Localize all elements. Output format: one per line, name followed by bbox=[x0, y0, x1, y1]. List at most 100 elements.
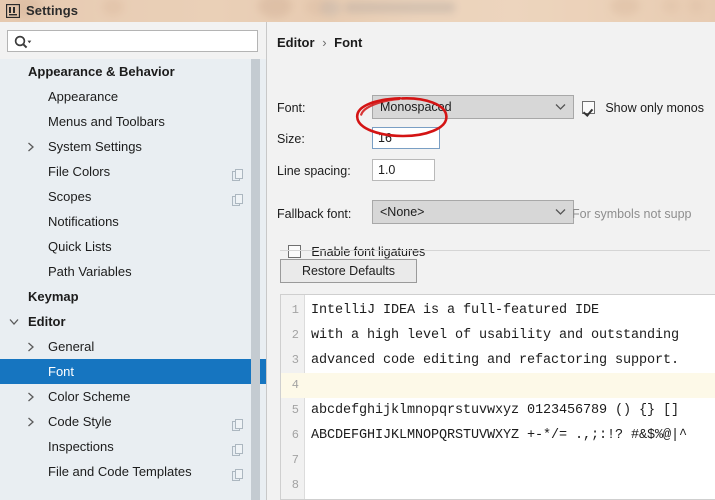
line-number: 6 bbox=[291, 428, 299, 442]
settings-dialog-body: Appearance & Behavior Appearance Menus and… bbox=[0, 22, 715, 500]
sidebar-item-label: System Settings bbox=[48, 139, 142, 154]
line-number: 4 bbox=[291, 378, 299, 392]
sidebar-item-label: Code Style bbox=[48, 414, 112, 429]
sidebar-item-file-colors[interactable]: File Colors bbox=[0, 159, 266, 184]
show-only-monospaced-checkbox[interactable]: Show only monos bbox=[582, 101, 704, 115]
font-preview-editor[interactable]: 1 IntelliJ IDEA is a full-featured IDE 2 wi… bbox=[280, 294, 715, 500]
sidebar-item-label: Keymap bbox=[28, 289, 79, 304]
preview-code-line[interactable]: 1 IntelliJ IDEA is a full-featured IDE bbox=[281, 298, 715, 323]
copy-settings-icon[interactable] bbox=[232, 190, 244, 206]
chevron-down-icon bbox=[555, 209, 566, 215]
sidebar-item-label: Font bbox=[48, 364, 75, 379]
chevron-right-icon[interactable] bbox=[22, 409, 40, 434]
settings-left-pane: Appearance & Behavior Appearance Menus and… bbox=[0, 22, 266, 500]
sidebar-item-label: Editor bbox=[28, 314, 66, 329]
sidebar-item-label: Inspections bbox=[48, 439, 114, 454]
line-spacing-field[interactable] bbox=[372, 159, 435, 181]
show-only-monospaced-label: Show only monos bbox=[605, 101, 705, 115]
preview-code-line[interactable]: 8 bbox=[281, 473, 715, 498]
sidebar-item-scopes[interactable]: Scopes bbox=[0, 184, 266, 209]
line-number: 2 bbox=[291, 328, 299, 342]
size-label: Size: bbox=[277, 132, 305, 146]
preview-code-line[interactable]: 5 abcdefghijklmnopqrstuvwxyz 0123456789 (… bbox=[281, 398, 715, 423]
preview-code-line[interactable]: 2 with a high level of usability and outs… bbox=[281, 323, 715, 348]
fallback-font-hint: For symbols not supp bbox=[572, 207, 692, 221]
line-text: with a high level of usability and outst… bbox=[311, 328, 680, 343]
chevron-right-icon[interactable] bbox=[22, 384, 40, 409]
window-title: Settings bbox=[26, 3, 79, 18]
sidebar-item-font[interactable]: Font bbox=[0, 359, 266, 384]
line-number: 3 bbox=[291, 353, 299, 367]
tree-rows-container: Appearance & Behavior Appearance Menus and… bbox=[0, 59, 266, 484]
preview-code-line[interactable]: 3 advanced code editing and refactoring s… bbox=[281, 348, 715, 373]
sidebar-item-path-variables[interactable]: Path Variables bbox=[0, 259, 266, 284]
window-titlebar[interactable]: Settings bbox=[0, 0, 715, 22]
sidebar-item-inspections[interactable]: Inspections bbox=[0, 434, 266, 459]
sidebar-item-label: Color Scheme bbox=[48, 389, 131, 404]
sidebar-item-system-settings[interactable]: System Settings bbox=[0, 134, 266, 159]
font-family-dropdown[interactable]: Monospaced bbox=[372, 95, 574, 119]
line-text: abcdefghijklmnopqrstuvwxyz 0123456789 ()… bbox=[311, 403, 680, 418]
search-input[interactable] bbox=[36, 31, 258, 53]
sidebar-item-label: Appearance bbox=[48, 89, 119, 104]
breadcrumb: Editor › Font bbox=[277, 35, 362, 50]
fallback-font-dropdown[interactable]: <None> bbox=[372, 200, 574, 224]
copy-settings-icon[interactable] bbox=[232, 440, 244, 456]
sidebar-item-color-scheme[interactable]: Color Scheme bbox=[0, 384, 266, 409]
copy-settings-icon[interactable] bbox=[232, 465, 244, 481]
font-family-value: Monospaced bbox=[380, 100, 452, 114]
sidebar-item-menus-and-toolbars[interactable]: Menus and Toolbars bbox=[0, 109, 266, 134]
settings-category-tree[interactable]: Appearance & Behavior Appearance Menus and… bbox=[0, 59, 266, 500]
sidebar-item-appearance[interactable]: Appearance bbox=[0, 84, 266, 109]
copy-settings-icon[interactable] bbox=[232, 165, 244, 181]
search-icon[interactable] bbox=[13, 34, 33, 50]
chevron-right-icon[interactable] bbox=[22, 134, 40, 159]
line-number: 5 bbox=[291, 403, 299, 417]
chevron-right-icon[interactable] bbox=[22, 334, 40, 359]
breadcrumb-leaf: Font bbox=[334, 35, 363, 50]
restore-defaults-button[interactable]: Restore Defaults bbox=[280, 259, 417, 283]
section-divider bbox=[280, 250, 710, 251]
line-number: 7 bbox=[291, 453, 299, 467]
preview-code-line[interactable]: 4 bbox=[281, 373, 715, 398]
intellij-idea-icon bbox=[6, 4, 20, 18]
checkbox-box[interactable] bbox=[288, 245, 301, 258]
sidebar-item-file-and-code-templates[interactable]: File and Code Templates bbox=[0, 459, 266, 484]
sidebar-item-label: Notifications bbox=[48, 214, 119, 229]
titlebar-overlay bbox=[0, 0, 715, 22]
sidebar-item-keymap[interactable]: Keymap bbox=[0, 284, 266, 309]
checkbox-box[interactable] bbox=[582, 101, 595, 114]
font-size-input[interactable] bbox=[373, 128, 439, 148]
sidebar-item-code-style[interactable]: Code Style bbox=[0, 409, 266, 434]
enable-ligatures-checkbox[interactable]: Enable font ligatures bbox=[288, 245, 425, 259]
line-text: IntelliJ IDEA is a full-featured IDE bbox=[311, 303, 600, 318]
chevron-down-icon[interactable] bbox=[5, 309, 23, 334]
sidebar-item-label: Quick Lists bbox=[48, 239, 112, 254]
sidebar-item-label: File and Code Templates bbox=[48, 464, 192, 479]
breadcrumb-separator: › bbox=[322, 35, 327, 50]
fallback-font-value: <None> bbox=[380, 205, 425, 219]
sidebar-item-label: General bbox=[48, 339, 95, 354]
font-size-field[interactable] bbox=[372, 127, 440, 149]
sidebar-item-notifications[interactable]: Notifications bbox=[0, 209, 266, 234]
sidebar-item-appearance-behavior[interactable]: Appearance & Behavior bbox=[0, 59, 266, 84]
sidebar-item-general[interactable]: General bbox=[0, 334, 266, 359]
sidebar-item-editor[interactable]: Editor bbox=[0, 309, 266, 334]
sidebar-item-label: Appearance & Behavior bbox=[28, 64, 175, 79]
preview-code-line[interactable]: 6 ABCDEFGHIJKLMNOPQRSTUVWXYZ +-*/= .,;:!?… bbox=[281, 423, 715, 448]
line-spacing-input[interactable] bbox=[373, 160, 434, 180]
line-text: ABCDEFGHIJKLMNOPQRSTUVWXYZ +-*/= .,;:!? … bbox=[311, 428, 688, 443]
sidebar-item-label: Path Variables bbox=[48, 264, 132, 279]
chevron-down-icon bbox=[555, 104, 566, 110]
fallback-font-label: Fallback font: bbox=[277, 207, 352, 221]
preview-code-line[interactable]: 7 bbox=[281, 448, 715, 473]
editor-code-area[interactable]: 1 IntelliJ IDEA is a full-featured IDE 2 wi… bbox=[281, 298, 715, 498]
sidebar-item-quick-lists[interactable]: Quick Lists bbox=[0, 234, 266, 259]
line-spacing-label: Line spacing: bbox=[277, 164, 351, 178]
line-text: advanced code editing and refactoring su… bbox=[311, 353, 680, 368]
tree-scrollbar-thumb[interactable] bbox=[251, 59, 260, 500]
enable-ligatures-label: Enable font ligatures bbox=[311, 245, 426, 259]
breadcrumb-root[interactable]: Editor bbox=[277, 35, 315, 50]
search-box[interactable] bbox=[7, 30, 258, 53]
copy-settings-icon[interactable] bbox=[232, 415, 244, 431]
